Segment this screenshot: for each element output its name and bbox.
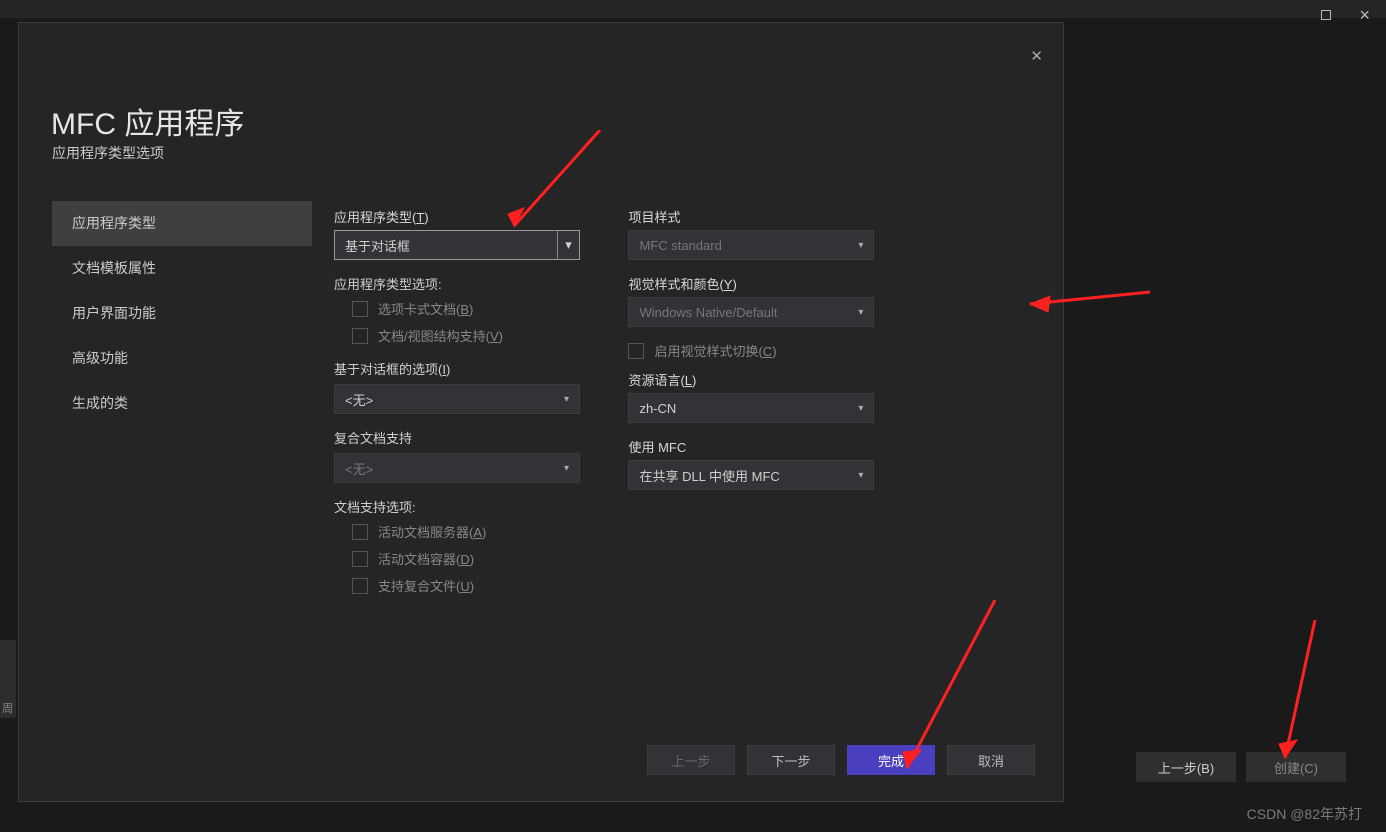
visual-style-combo: Windows Native/Default ▾ xyxy=(628,297,874,327)
opt-compound-files-row: 支持复合文件(U) xyxy=(352,576,614,595)
app-type-label: 应用程序类型(T) xyxy=(334,207,614,226)
close-icon[interactable]: × xyxy=(1359,5,1370,26)
sidebar-item-ui-features[interactable]: 用户界面功能 xyxy=(52,291,312,336)
dialog-title: MFC 应用程序 xyxy=(51,99,244,143)
enable-visual-switch-row: 启用视觉样式切换(C) xyxy=(628,341,908,360)
dialog-options-combo[interactable]: <无> ▾ xyxy=(334,384,580,414)
compound-doc-combo: <无> ▾ xyxy=(334,453,580,483)
visual-style-value: Windows Native/Default xyxy=(639,305,777,320)
mfc-wizard-dialog: ✕ MFC 应用程序 应用程序类型选项 应用程序类型 文档模板属性 用户界面功能… xyxy=(18,22,1064,802)
opt-docview-checkbox[interactable] xyxy=(352,328,368,344)
opt-docview-label: 文档/视图结构支持(V) xyxy=(378,326,503,345)
title-bar xyxy=(0,0,1386,18)
opt-tabbed-label: 选项卡式文档(B) xyxy=(378,299,473,318)
use-mfc-combo[interactable]: 在共享 DLL 中使用 MFC ▾ xyxy=(628,460,874,490)
opt-active-server-label: 活动文档服务器(A) xyxy=(378,522,486,541)
app-type-value: 基于对话框 xyxy=(335,236,557,255)
opt-compound-files-label: 支持复合文件(U) xyxy=(378,576,474,595)
project-style-value: MFC standard xyxy=(639,238,721,253)
doc-support-label: 文档支持选项: xyxy=(334,497,614,516)
opt-active-container-row: 活动文档容器(D) xyxy=(352,549,614,568)
app-type-options-label: 应用程序类型选项: xyxy=(334,274,614,293)
use-mfc-label: 使用 MFC xyxy=(628,437,908,456)
next-button[interactable]: 下一步 xyxy=(747,745,835,775)
side-panel-tab: 周 xyxy=(0,700,16,718)
dialog-subtitle: 应用程序类型选项 xyxy=(52,143,164,163)
chevron-down-icon: ▾ xyxy=(564,463,569,474)
compound-doc-label: 复合文档支持 xyxy=(334,428,614,447)
chevron-down-icon: ▾ xyxy=(858,240,863,251)
opt-compound-files-checkbox[interactable] xyxy=(352,578,368,594)
project-style-label: 项目样式 xyxy=(628,207,908,226)
dialog-options-label: 基于对话框的选项(I) xyxy=(334,359,614,378)
outer-create-button[interactable]: 创建(C) xyxy=(1246,752,1346,782)
form-area: 应用程序类型(T) 基于对话框 ▾ 应用程序类型选项: 选项卡式文档(B) 文档… xyxy=(334,207,1034,603)
dialog-buttons: 上一步 下一步 完成 取消 xyxy=(647,745,1035,775)
app-type-combo[interactable]: 基于对话框 ▾ xyxy=(334,230,580,260)
opt-tabbed-row: 选项卡式文档(B) xyxy=(352,299,614,318)
enable-visual-switch-checkbox[interactable] xyxy=(628,343,644,359)
visual-style-label: 视觉样式和颜色(Y) xyxy=(628,274,908,293)
outer-wizard-buttons: 上一步(B) 创建(C) xyxy=(1136,752,1346,782)
outer-back-button[interactable]: 上一步(B) xyxy=(1136,752,1236,782)
opt-active-container-label: 活动文档容器(D) xyxy=(378,549,474,568)
maximize-icon[interactable] xyxy=(1321,7,1331,23)
opt-active-server-row: 活动文档服务器(A) xyxy=(352,522,614,541)
opt-active-container-checkbox[interactable] xyxy=(352,551,368,567)
dialog-close-icon[interactable]: ✕ xyxy=(1030,47,1043,65)
resource-lang-value: zh-CN xyxy=(639,401,676,416)
chevron-down-icon: ▾ xyxy=(858,403,863,414)
chevron-down-icon: ▾ xyxy=(858,307,863,318)
opt-active-server-checkbox[interactable] xyxy=(352,524,368,540)
opt-tabbed-checkbox[interactable] xyxy=(352,301,368,317)
use-mfc-value: 在共享 DLL 中使用 MFC xyxy=(639,466,779,485)
chevron-down-icon: ▾ xyxy=(858,470,863,481)
resource-lang-label: 资源语言(L) xyxy=(628,370,908,389)
project-style-combo: MFC standard ▾ xyxy=(628,230,874,260)
sidebar-item-doc-template[interactable]: 文档模板属性 xyxy=(52,246,312,291)
watermark: CSDN @82年苏打 xyxy=(1247,804,1362,824)
window-controls: × xyxy=(1321,0,1386,30)
dialog-options-value: <无> xyxy=(345,390,373,409)
chevron-down-icon: ▾ xyxy=(564,394,569,405)
sidebar-item-generated-classes[interactable]: 生成的类 xyxy=(52,381,312,426)
finish-button[interactable]: 完成 xyxy=(847,745,935,775)
chevron-down-icon: ▾ xyxy=(557,231,579,259)
sidebar-item-app-type[interactable]: 应用程序类型 xyxy=(52,201,312,246)
opt-docview-row: 文档/视图结构支持(V) xyxy=(352,326,614,345)
cancel-button[interactable]: 取消 xyxy=(947,745,1035,775)
wizard-sidebar: 应用程序类型 文档模板属性 用户界面功能 高级功能 生成的类 xyxy=(52,201,312,426)
sidebar-item-advanced[interactable]: 高级功能 xyxy=(52,336,312,381)
resource-lang-combo[interactable]: zh-CN ▾ xyxy=(628,393,874,423)
back-button: 上一步 xyxy=(647,745,735,775)
enable-visual-switch-label: 启用视觉样式切换(C) xyxy=(654,341,776,360)
compound-doc-value: <无> xyxy=(345,459,373,478)
